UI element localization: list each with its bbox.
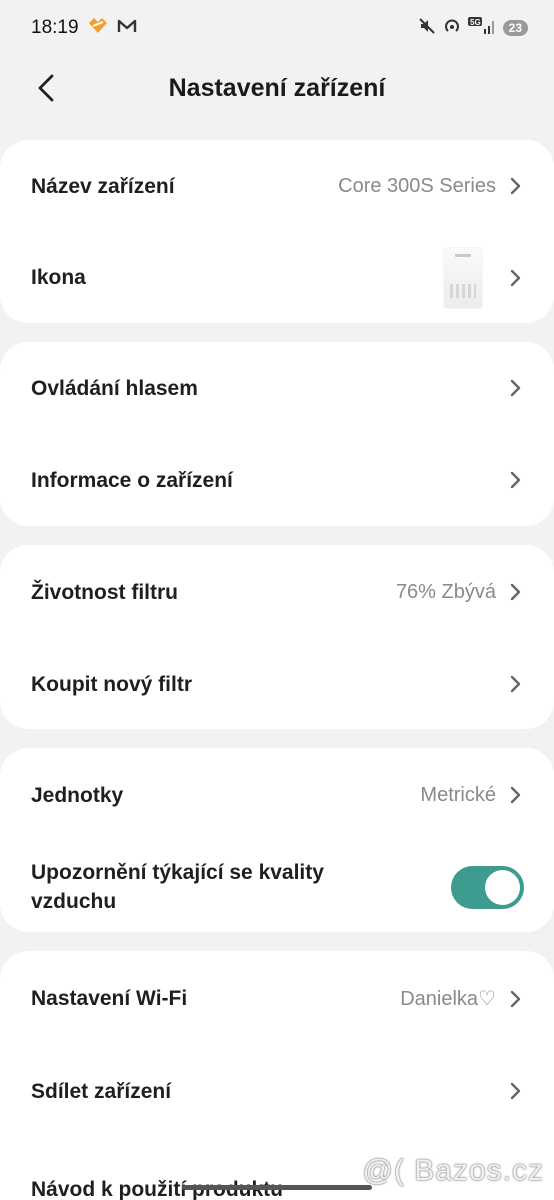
chevron-right-icon [510, 1082, 521, 1100]
device-info-row[interactable]: Informace o zařízení [0, 434, 554, 526]
gmail-icon [117, 18, 137, 39]
control-card: Ovládání hlasem Informace o zařízení [0, 342, 554, 526]
filter-life-value: 76% Zbývá [395, 580, 496, 603]
status-right: 5G 23 [418, 16, 528, 40]
units-value: Metrické [420, 783, 496, 806]
mute-icon [418, 17, 436, 40]
chevron-right-icon [510, 583, 521, 601]
wifi-settings-row[interactable]: Nastavení Wi-Fi Danielka♡ [0, 951, 554, 1046]
hotspot-icon [443, 17, 461, 40]
watermark: @( Bazos.cz [362, 1154, 544, 1187]
chevron-right-icon [510, 786, 521, 804]
device-logo-mark [455, 253, 471, 257]
units-label: Jednotky [31, 783, 124, 807]
battery-indicator: 23 [502, 20, 528, 36]
app-notification-icon [87, 17, 109, 40]
filter-card: Životnost filtru 76% Zbývá Koupit nový f… [0, 545, 554, 729]
voice-control-row[interactable]: Ovládání hlasem [0, 342, 554, 434]
chevron-right-icon [510, 471, 521, 489]
share-device-label: Sdílet zařízení [31, 1079, 172, 1103]
preferences-card: Jednotky Metrické Upozornění týkající se… [0, 748, 554, 932]
chevron-right-icon [510, 990, 521, 1007]
chevron-right-icon [510, 177, 521, 195]
status-left: 18:19 [31, 17, 137, 40]
filter-life-label: Životnost filtru [31, 580, 178, 604]
units-row[interactable]: Jednotky Metrické [0, 748, 554, 842]
user-manual-row-partial[interactable]: Návod k použití produktu [31, 1166, 283, 1200]
back-arrow-icon [38, 74, 54, 102]
device-name-row[interactable]: Název zařízení Core 300S Series [0, 140, 554, 232]
toggle-knob [485, 869, 520, 905]
buy-filter-label: Koupit nový filtr [31, 672, 192, 696]
status-time: 18:19 [31, 17, 79, 38]
svg-text:5G: 5G [470, 18, 481, 27]
app-header: Nastavení zařízení [0, 56, 554, 120]
device-icon-label: Ikona [31, 266, 86, 289]
signal-5g-icon: 5G [467, 16, 496, 40]
filter-life-row[interactable]: Životnost filtru 76% Zbývá [0, 545, 554, 639]
wifi-settings-label: Nastavení Wi-Fi [31, 987, 188, 1010]
device-name-value: Core 300S Series [338, 174, 496, 197]
page-title: Nastavení zařízení [168, 73, 386, 102]
device-grille [450, 283, 476, 298]
air-quality-alert-row: Upozornění týkající se kvality vzduchu [0, 842, 554, 932]
air-quality-alert-toggle[interactable] [451, 865, 524, 909]
device-name-label: Název zařízení [31, 174, 175, 198]
share-device-row[interactable]: Sdílet zařízení [0, 1046, 554, 1136]
buy-filter-row[interactable]: Koupit nový filtr [0, 639, 554, 729]
air-purifier-thumbnail [444, 247, 482, 308]
chevron-right-icon [510, 675, 521, 693]
device-card: Název zařízení Core 300S Series Ikona [0, 140, 554, 323]
device-info-label: Informace o zařízení [31, 468, 233, 492]
wifi-network-value: Danielka♡ [400, 988, 496, 1010]
voice-control-label: Ovládání hlasem [31, 376, 198, 400]
home-indicator[interactable] [182, 1185, 372, 1190]
status-bar: 18:19 5G 23 [0, 0, 554, 56]
chevron-right-icon [510, 269, 521, 286]
back-button[interactable] [24, 68, 68, 108]
device-icon-row[interactable]: Ikona [0, 232, 554, 323]
chevron-right-icon [510, 379, 521, 397]
air-quality-alert-label: Upozornění týkající se kvality vzduchu [31, 861, 324, 913]
